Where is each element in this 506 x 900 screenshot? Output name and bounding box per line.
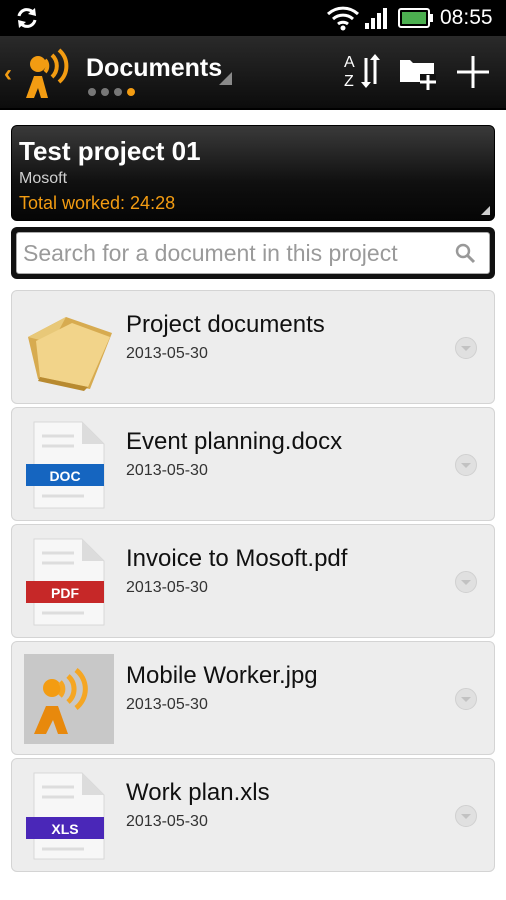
xls-file-icon: XLS: [24, 771, 114, 861]
corner-indicator-icon: [481, 206, 490, 215]
pdf-file-icon: PDF: [24, 537, 114, 627]
project-company: Mosoft: [19, 170, 68, 187]
battery-icon: [398, 8, 434, 33]
document-name: Invoice to Mosoft.pdf: [126, 545, 348, 572]
status-bar: 08:55: [0, 0, 506, 36]
new-folder-icon[interactable]: [398, 50, 438, 97]
back-chevron-icon[interactable]: ‹: [4, 60, 12, 88]
project-total-worked: Total worked: 24:28: [19, 193, 176, 213]
pdf-badge-label: PDF: [51, 585, 79, 601]
add-icon[interactable]: [454, 50, 492, 97]
list-item[interactable]: XLS Work plan.xls 2013-05-30: [11, 758, 495, 872]
document-date: 2013-05-30: [126, 345, 208, 362]
document-name: Mobile Worker.jpg: [126, 662, 318, 689]
title-dropdown-icon[interactable]: [219, 72, 232, 85]
list-item[interactable]: DOC Event planning.docx 2013-05-30: [11, 407, 495, 521]
list-item[interactable]: PDF Invoice to Mosoft.pdf 2013-05-30: [11, 524, 495, 638]
page-indicator: [88, 88, 135, 96]
expand-chevron-icon[interactable]: [455, 805, 477, 827]
expand-chevron-icon[interactable]: [455, 571, 477, 593]
search-icon[interactable]: [454, 242, 476, 269]
clock: 08:55: [440, 6, 493, 29]
document-date: 2013-05-30: [126, 462, 208, 479]
doc-file-icon: DOC: [24, 420, 114, 510]
search-input[interactable]: [17, 233, 443, 273]
xls-badge-label: XLS: [51, 821, 78, 837]
project-card[interactable]: Test project 01 Mosoft Total worked: 24:…: [11, 125, 495, 221]
screen-title[interactable]: Documents: [86, 54, 222, 83]
list-item[interactable]: Project documents 2013-05-30: [11, 290, 495, 404]
wifi-icon: [326, 5, 360, 36]
folder-icon: [24, 303, 114, 393]
mobile-worker-logo[interactable]: [14, 42, 72, 111]
page-dot-active: [127, 88, 135, 96]
document-date: 2013-05-30: [126, 813, 208, 830]
signal-icon: [364, 6, 392, 35]
search-bar: [11, 227, 495, 279]
list-item[interactable]: Mobile Worker.jpg 2013-05-30: [11, 641, 495, 755]
app-bar: ‹ Documents A Z: [0, 36, 506, 110]
expand-chevron-icon[interactable]: [455, 454, 477, 476]
search-box: [16, 232, 490, 274]
page-dot: [88, 88, 96, 96]
sync-icon: [14, 5, 40, 36]
sort-az-icon[interactable]: A Z: [342, 50, 382, 97]
image-thumbnail: [24, 654, 114, 744]
expand-chevron-icon[interactable]: [455, 337, 477, 359]
svg-text:A: A: [344, 54, 355, 71]
project-name: Test project 01: [19, 136, 201, 166]
document-date: 2013-05-30: [126, 696, 208, 713]
document-name: Event planning.docx: [126, 428, 343, 455]
document-name: Project documents: [126, 311, 325, 338]
svg-text:Z: Z: [344, 73, 354, 90]
expand-chevron-icon[interactable]: [455, 688, 477, 710]
document-date: 2013-05-30: [126, 579, 208, 596]
document-name: Work plan.xls: [126, 779, 270, 806]
page-dot: [114, 88, 122, 96]
doc-badge-label: DOC: [49, 468, 80, 484]
page-dot: [101, 88, 109, 96]
